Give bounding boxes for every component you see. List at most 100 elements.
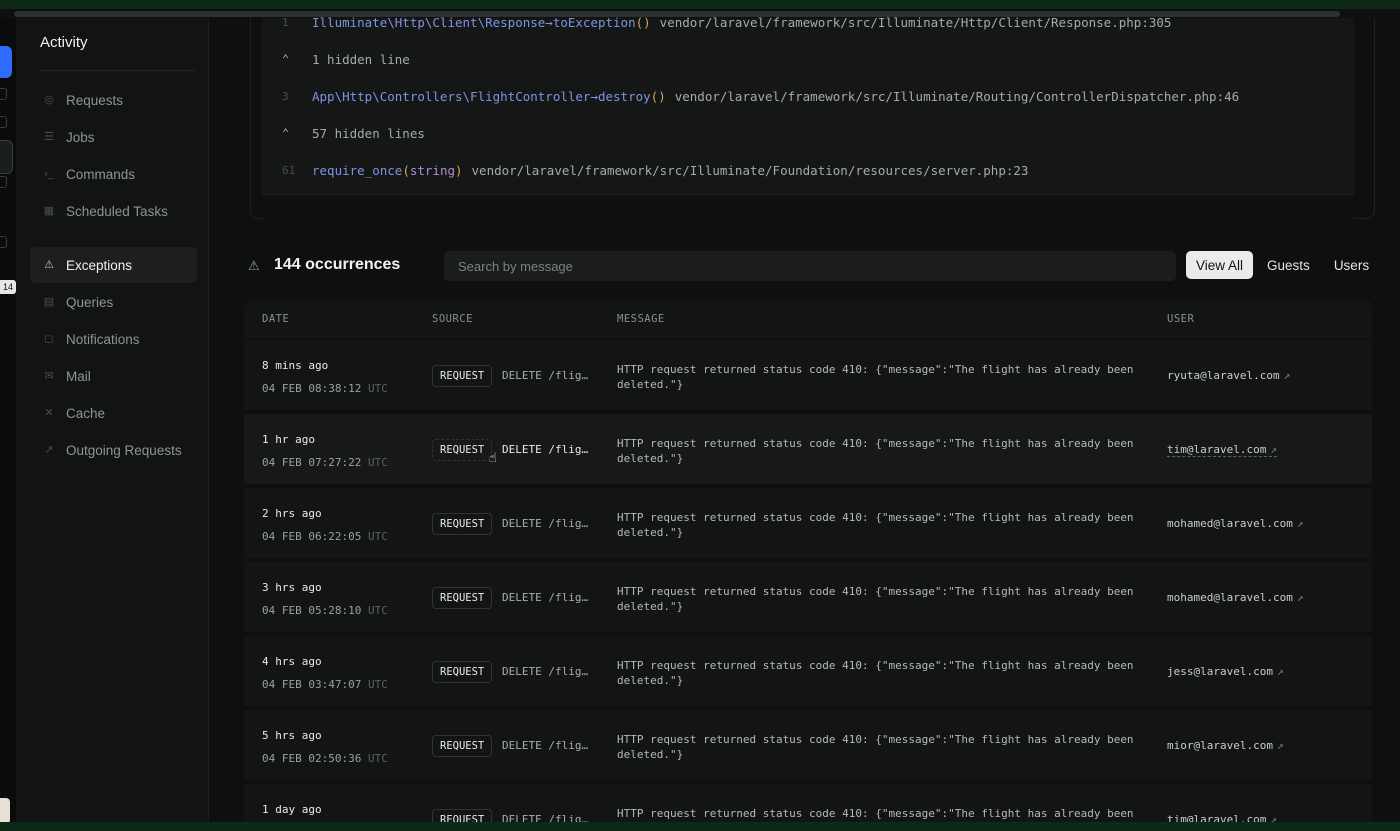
source-badge[interactable]: REQUEST	[432, 439, 493, 461]
main-content: 1 Illuminate\Http\Client\Response→toExce…	[208, 15, 1400, 823]
expand-icon: ⌃	[282, 126, 290, 140]
user-link[interactable]: mohamed@laravel.com ↗	[1167, 517, 1303, 530]
timezone: UTC	[367, 752, 388, 765]
timestamp-value: 04 FEB 03:47:07	[262, 678, 362, 691]
user-link[interactable]: mohamed@laravel.com ↗	[1167, 591, 1303, 604]
stack-paren-open: (	[402, 162, 410, 178]
sidebar-item-label: Commands	[66, 166, 136, 182]
database-icon: ▤	[43, 296, 55, 308]
exception-message: HTTP request returned status code 410: {…	[617, 659, 1134, 687]
table-row[interactable]: 1 hr ago 04 FEB 07:27:22 UTC REQUEST ☝ D…	[244, 413, 1372, 484]
user-email: mior@laravel.com	[1167, 739, 1273, 752]
avatar[interactable]	[0, 798, 10, 824]
sidebar-item-label: Outgoing Requests	[66, 442, 182, 458]
external-link-icon: ↗	[1296, 517, 1304, 530]
warning-triangle-icon: ⚠	[248, 258, 260, 273]
timestamp-value: 04 FEB 07:27:22	[262, 456, 362, 469]
user-email: mohamed@laravel.com	[1167, 517, 1293, 530]
stack-paren-close: )	[455, 162, 463, 178]
line-number: 61	[282, 163, 296, 177]
sidebar-item-commands[interactable]: ›_ Commands	[30, 156, 197, 192]
stack-path: vendor/laravel/framework/src/Illuminate/…	[674, 88, 1240, 104]
filter-guests[interactable]: Guests	[1257, 251, 1320, 279]
outgoing-arrow-icon: ↗	[44, 444, 54, 456]
source-badge[interactable]: REQUEST	[432, 809, 493, 823]
sidebar-item-cache[interactable]: ✕ Cache	[30, 395, 197, 431]
external-link-icon: ↗	[1276, 665, 1284, 678]
stack-paren-close: )	[658, 88, 666, 104]
stack-paren-open: (	[635, 14, 644, 30]
user-email: tim@laravel.com	[1167, 443, 1267, 456]
table-row[interactable]: 8 mins ago 04 FEB 08:38:12 UTC REQUEST D…	[244, 339, 1372, 410]
user-link[interactable]: tim@laravel.com ↗	[1167, 443, 1277, 457]
source-badge[interactable]: REQUEST	[432, 661, 493, 683]
stack-frame-row[interactable]: 61 require_once(string) vendor/laravel/f…	[262, 152, 1354, 188]
bell-icon: ◻	[44, 333, 54, 345]
sidebar-item-mail[interactable]: ✉ Mail	[30, 358, 197, 394]
stack-trace: 1 Illuminate\Http\Client\Response→toExce…	[262, 15, 1354, 195]
stack-arg: string	[409, 162, 455, 178]
relative-time: 5 hrs ago	[262, 729, 322, 742]
source-badge[interactable]: REQUEST	[432, 735, 493, 757]
table-row[interactable]: 1 day ago REQUEST DELETE /flig… HTTP req…	[244, 783, 1372, 823]
sidebar-item-requests[interactable]: ◎ Requests	[30, 82, 197, 118]
source-badge[interactable]: REQUEST	[432, 513, 493, 535]
hidden-lines-toggle[interactable]: ⌃ 57 hidden lines	[262, 115, 1354, 151]
rail-activity-icon[interactable]	[0, 140, 13, 174]
rail-icon[interactable]	[0, 116, 7, 128]
sidebar-item-label: Notifications	[66, 331, 140, 347]
user-email: ryuta@laravel.com	[1167, 369, 1280, 382]
sidebar-item-notifications[interactable]: ◻ Notifications	[30, 321, 197, 357]
table-row[interactable]: 2 hrs ago 04 FEB 06:22:05 UTC REQUEST DE…	[244, 487, 1372, 558]
user-link[interactable]: jess@laravel.com ↗	[1167, 665, 1284, 678]
window-bottom-bar	[0, 822, 1400, 831]
stack-frame-row[interactable]: 1 Illuminate\Http\Client\Response→toExce…	[262, 4, 1354, 40]
column-header-source: SOURCE	[432, 313, 473, 325]
hidden-lines-toggle[interactable]: ⌃ 1 hidden line	[262, 41, 1354, 77]
rail-icon[interactable]	[0, 236, 7, 248]
stack-icon: ☰	[44, 131, 54, 143]
sidebar-item-label: Exceptions	[66, 257, 133, 273]
sidebar-item-outgoing-requests[interactable]: ↗ Outgoing Requests	[30, 432, 197, 468]
app-logo-icon[interactable]	[0, 46, 12, 78]
filter-view-all[interactable]: View All	[1186, 251, 1254, 279]
hidden-lines-label: 1 hidden line	[312, 51, 410, 67]
stack-path: vendor/laravel/framework/src/Illuminate/…	[471, 162, 1029, 178]
stack-frame-row[interactable]: 3 App\Http\Controllers\FlightController→…	[262, 78, 1354, 114]
filter-users[interactable]: Users	[1324, 251, 1379, 279]
sidebar-item-queries[interactable]: ▤ Queries	[30, 284, 197, 320]
column-header-date: DATE	[262, 313, 290, 325]
external-link-icon: ↗	[1296, 591, 1304, 604]
timestamp-value: 04 FEB 08:38:12	[262, 382, 362, 395]
exception-message: HTTP request returned status code 410: {…	[617, 585, 1134, 613]
user-link[interactable]: mior@laravel.com ↗	[1167, 739, 1284, 752]
warning-triangle-icon: ⚠	[44, 259, 54, 271]
rail-icon[interactable]	[0, 88, 7, 100]
sidebar: Activity ◎ Requests ☰ Jobs ›_ Commands ▦…	[16, 18, 209, 822]
user-email: jess@laravel.com	[1167, 665, 1273, 678]
relative-time: 4 hrs ago	[262, 655, 322, 668]
sidebar-item-jobs[interactable]: ☰ Jobs	[30, 119, 197, 155]
timestamp: 04 FEB 06:22:05 UTC	[262, 530, 388, 543]
stack-paren-open: (	[650, 88, 659, 104]
timezone: UTC	[367, 604, 388, 617]
search-input[interactable]	[444, 251, 1176, 281]
source-route: DELETE /flig…	[502, 517, 589, 530]
source-badge[interactable]: REQUEST	[432, 365, 493, 387]
user-email: mohamed@laravel.com	[1167, 591, 1293, 604]
timestamp: 04 FEB 03:47:07 UTC	[262, 678, 388, 691]
rail-icon[interactable]	[0, 176, 7, 188]
table-row[interactable]: 3 hrs ago 04 FEB 05:28:10 UTC REQUEST DE…	[244, 561, 1372, 632]
sidebar-item-exceptions[interactable]: ⚠ Exceptions	[30, 247, 197, 283]
sidebar-item-scheduled-tasks[interactable]: ▦ Scheduled Tasks	[30, 193, 197, 229]
stack-trace-frame	[1354, 18, 1375, 219]
timezone: UTC	[367, 456, 388, 469]
stack-paren-close: )	[643, 14, 651, 30]
table-row[interactable]: 5 hrs ago 04 FEB 02:50:36 UTC REQUEST DE…	[244, 709, 1372, 780]
user-link[interactable]: ryuta@laravel.com ↗	[1167, 369, 1290, 382]
source-route: DELETE /flig…	[502, 665, 589, 678]
relative-time: 8 mins ago	[262, 359, 329, 372]
pointer-cursor-icon: ☝	[489, 451, 497, 466]
source-badge[interactable]: REQUEST	[432, 587, 493, 609]
table-row[interactable]: 4 hrs ago 04 FEB 03:47:07 UTC REQUEST DE…	[244, 635, 1372, 706]
